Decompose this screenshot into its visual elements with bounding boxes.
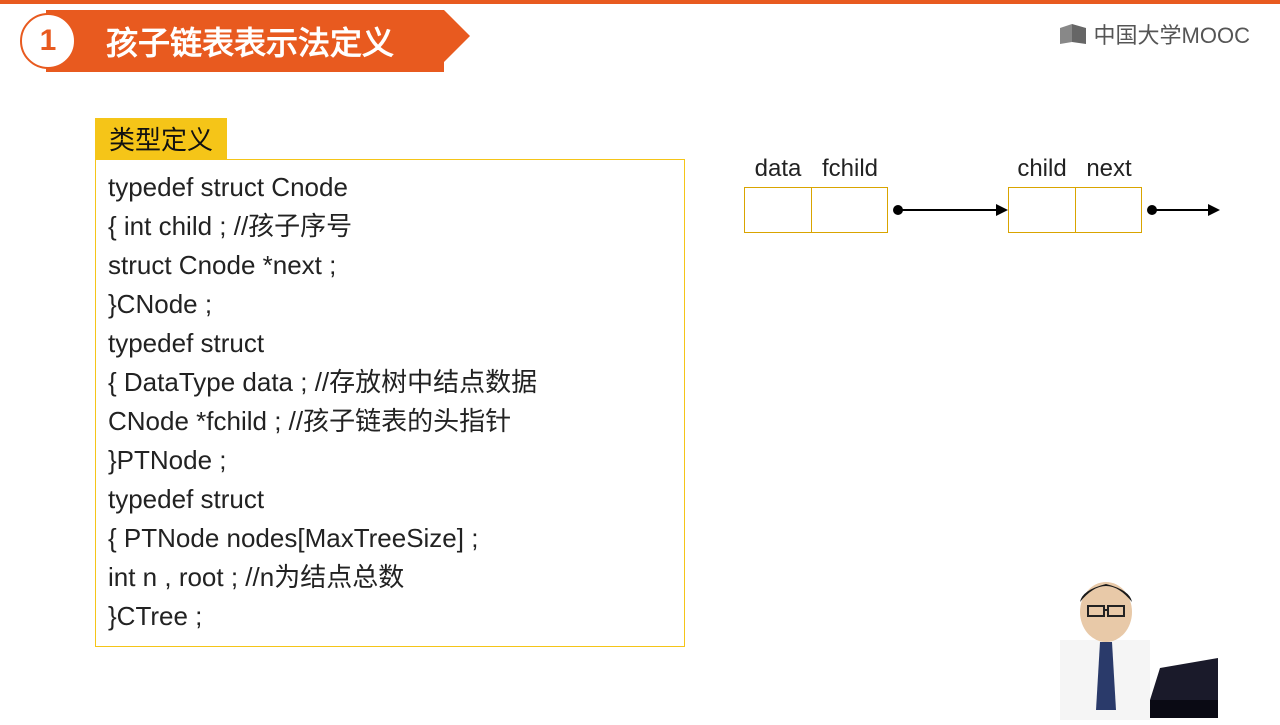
- cell-next: [1076, 187, 1142, 233]
- code-line: typedef struct Cnode: [108, 168, 672, 207]
- label-child: child: [1008, 155, 1076, 183]
- content-area: 类型定义 typedef struct Cnode { int child ; …: [95, 118, 685, 647]
- cell-child: [1008, 187, 1076, 233]
- slide-title: 孩子链表表示法定义: [46, 10, 444, 72]
- mooc-logo: 中国大学MOOC: [1058, 18, 1250, 50]
- code-block: typedef struct Cnode { int child ; //孩子序…: [95, 159, 685, 647]
- section-number: 1: [20, 13, 76, 69]
- arrow-icon: [888, 187, 1008, 233]
- node-diagram: data fchild child next: [744, 155, 1264, 233]
- label-data: data: [744, 155, 812, 183]
- label-next: next: [1076, 155, 1142, 183]
- code-line: typedef struct: [108, 480, 672, 519]
- logo-text: 中国大学MOOC: [1094, 18, 1250, 50]
- cell-data: [744, 187, 812, 233]
- code-line: }CTree ;: [108, 597, 672, 636]
- cell-fchild: [812, 187, 888, 233]
- label-fchild: fchild: [812, 155, 888, 183]
- code-line: }PTNode ;: [108, 441, 672, 480]
- book-icon: [1058, 22, 1088, 46]
- code-line: { PTNode nodes[MaxTreeSize] ;: [108, 519, 672, 558]
- code-line: typedef struct: [108, 324, 672, 363]
- code-line: }CNode ;: [108, 285, 672, 324]
- code-line: int n , root ; //n为结点总数: [108, 558, 672, 597]
- type-definition-label: 类型定义: [95, 118, 227, 159]
- presenter-video: [1000, 550, 1220, 720]
- arrow-icon: [1142, 187, 1220, 233]
- code-line: CNode *fchild ; //孩子链表的头指针: [108, 402, 672, 441]
- code-line: { DataType data ; //存放树中结点数据: [108, 363, 672, 402]
- code-line: struct Cnode *next ;: [108, 246, 672, 285]
- header: 1 孩子链表表示法定义: [20, 10, 444, 72]
- top-accent-line: [0, 0, 1280, 4]
- code-line: { int child ; //孩子序号: [108, 207, 672, 246]
